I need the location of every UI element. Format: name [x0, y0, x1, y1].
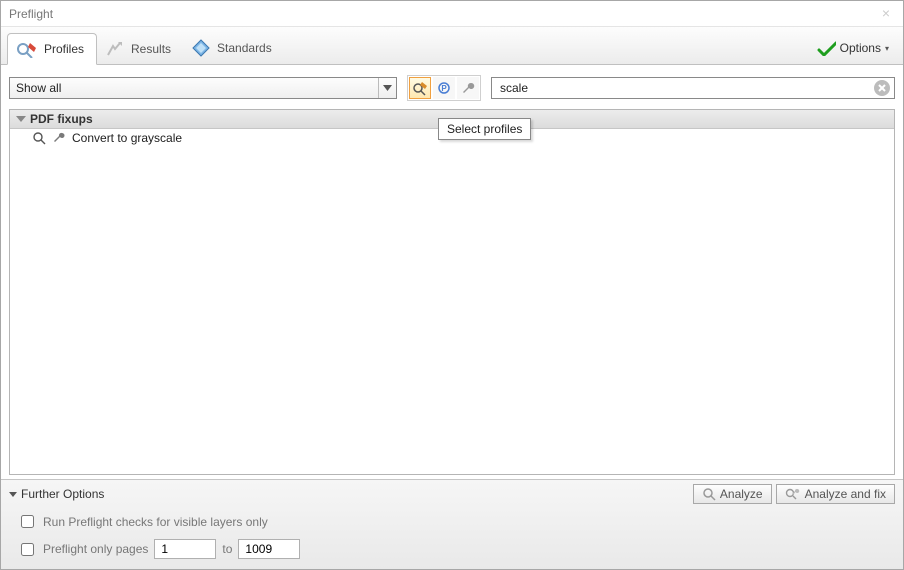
profile-type-filter: P — [407, 75, 481, 101]
visible-layers-option[interactable]: Run Preflight checks for visible layers … — [9, 512, 895, 531]
select-checks-button[interactable]: P — [433, 77, 455, 99]
wrench-icon — [52, 131, 66, 145]
profile-icon — [412, 80, 428, 96]
options-label: Options — [840, 41, 881, 55]
tab-label: Results — [131, 42, 171, 56]
further-options-toggle[interactable]: Further Options — [9, 487, 104, 501]
checkmark-icon — [816, 40, 836, 56]
standards-icon — [191, 38, 211, 58]
select-profiles-button[interactable] — [409, 77, 431, 99]
tab-label: Standards — [217, 41, 272, 55]
analyze-and-fix-button[interactable]: Analyze and fix — [776, 484, 895, 504]
results-icon — [105, 40, 125, 58]
window-title: Preflight — [9, 7, 53, 21]
titlebar: Preflight × — [1, 1, 903, 27]
analyze-button[interactable]: Analyze — [693, 484, 772, 504]
checkbox-label: Preflight only pages — [43, 542, 148, 556]
triangle-down-icon — [9, 492, 17, 497]
collapse-triangle-icon — [16, 116, 26, 122]
magnifier-wrench-icon — [785, 487, 801, 501]
page-to-input[interactable] — [238, 539, 300, 559]
group-title: PDF fixups — [30, 112, 93, 126]
options-button[interactable]: Options ▾ — [808, 36, 897, 60]
profiles-icon — [16, 40, 38, 58]
filter-selected: Show all — [16, 81, 61, 95]
select-fixups-button[interactable] — [457, 77, 479, 99]
footer-heading: Further Options — [21, 487, 104, 501]
tab-standards[interactable]: Standards — [183, 32, 284, 64]
magnifier-icon — [702, 487, 716, 501]
profiles-list: PDF fixups Convert to grayscale Select p… — [9, 109, 895, 475]
tab-results[interactable]: Results — [97, 34, 183, 64]
pages-range-checkbox[interactable] — [21, 543, 34, 556]
tooltip: Select profiles — [438, 118, 531, 140]
pages-range-option[interactable]: Preflight only pages to — [9, 539, 895, 559]
search-input[interactable] — [496, 81, 874, 95]
to-label: to — [222, 542, 232, 556]
clear-search-icon[interactable] — [874, 80, 890, 96]
chevron-down-icon — [378, 78, 396, 98]
filter-dropdown[interactable]: Show all — [9, 77, 397, 99]
preflight-window: Preflight × Profiles Results Standar — [0, 0, 904, 570]
tab-bar: Profiles Results Standards Options ▾ — [1, 27, 903, 65]
footer: Further Options Analyze Analyz — [1, 479, 903, 569]
tab-profiles[interactable]: Profiles — [7, 33, 97, 65]
visible-layers-checkbox[interactable] — [21, 515, 34, 528]
caret-down-icon: ▾ — [885, 44, 889, 53]
wrench-icon — [460, 80, 476, 96]
tab-label: Profiles — [44, 42, 84, 56]
magnifier-icon — [32, 131, 46, 145]
search-box[interactable] — [491, 77, 895, 99]
svg-text:P: P — [441, 84, 447, 93]
close-icon[interactable]: × — [877, 5, 895, 23]
list-item-label: Convert to grayscale — [72, 131, 182, 145]
checkbox-label: Run Preflight checks for visible layers … — [43, 515, 268, 529]
page-from-input[interactable] — [154, 539, 216, 559]
toolbar: Show all P — [1, 65, 903, 105]
check-icon: P — [436, 80, 452, 96]
